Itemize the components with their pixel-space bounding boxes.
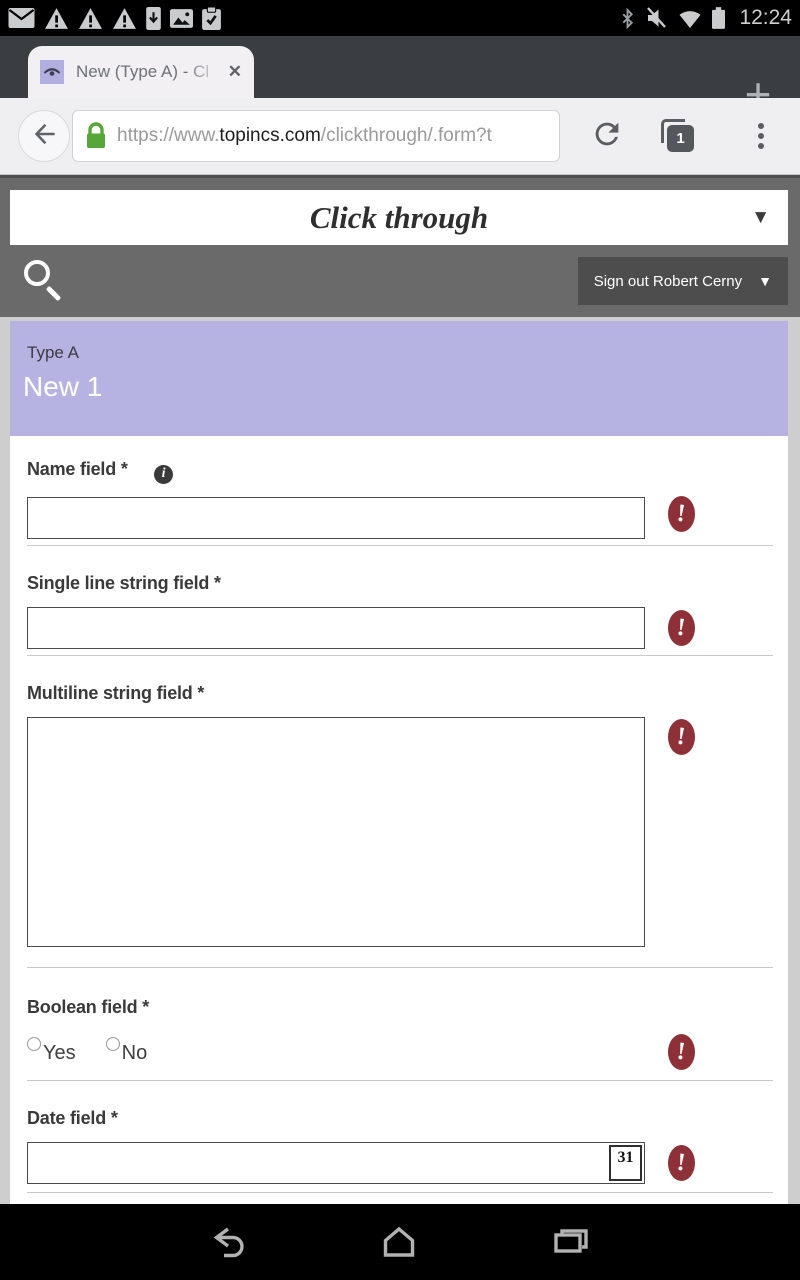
error-glyph: ! xyxy=(676,500,688,529)
url-path: /clickthrough/.form?t xyxy=(321,125,492,146)
url-domain: topincs.com xyxy=(219,125,320,146)
site-favicon-eye-icon xyxy=(40,60,64,84)
boolean-options: Yes No xyxy=(27,1036,773,1064)
nav-recents-button[interactable] xyxy=(550,1221,592,1263)
warning-icon xyxy=(44,7,69,30)
error-glyph: ! xyxy=(676,1037,688,1066)
system-status-icons: 12:24 xyxy=(620,6,792,30)
error-icon: ! xyxy=(668,719,695,755)
menu-dot xyxy=(758,133,764,139)
https-lock-icon[interactable] xyxy=(85,122,107,150)
browser-tab[interactable]: New (Type A) - Cl ✕ xyxy=(28,46,254,98)
radio-button-no[interactable] xyxy=(106,1037,120,1051)
field-label: Multiline string field * xyxy=(27,682,204,704)
android-nav-bar xyxy=(0,1204,800,1280)
email-icon xyxy=(8,8,35,28)
warning-icon xyxy=(78,7,103,30)
calendar-icon[interactable]: 31 xyxy=(609,1145,642,1181)
clipboard-check-icon xyxy=(202,7,221,30)
field-label: Name field * xyxy=(27,458,128,480)
record-banner: Type A New 1 xyxy=(10,321,788,436)
error-icon: ! xyxy=(668,1145,695,1181)
radio-label-no: No xyxy=(122,1042,148,1064)
menu-dot xyxy=(758,123,764,129)
error-glyph: ! xyxy=(676,1148,688,1177)
field-group-boolean: Boolean field * Yes No ! xyxy=(27,968,773,1081)
notification-icons xyxy=(8,7,221,30)
tab-count-badge: 1 xyxy=(667,125,694,152)
menu-dot xyxy=(758,143,764,149)
browser-tab-strip: New (Type A) - Cl ✕ + xyxy=(0,36,800,98)
error-icon: ! xyxy=(668,496,695,532)
browser-menu-button[interactable] xyxy=(742,117,780,155)
search-icon xyxy=(24,260,50,286)
sign-out-label: Sign out Robert Cerny xyxy=(594,273,742,290)
mute-icon xyxy=(644,6,668,30)
info-icon[interactable]: i xyxy=(154,465,173,484)
field-group-date: Date field * 31 ! xyxy=(27,1081,773,1193)
date-input-wrap: 31 xyxy=(27,1142,645,1184)
url-fade xyxy=(492,125,547,147)
single-line-input[interactable] xyxy=(27,607,645,649)
chevron-down-icon: ▼ xyxy=(758,273,772,289)
error-glyph: ! xyxy=(676,722,688,751)
back-arrow-icon xyxy=(27,117,61,156)
tab-switcher-button[interactable]: 1 xyxy=(658,116,698,156)
site-header: Click through ▼ Sign out Robert Cerny ▼ xyxy=(0,175,800,317)
reload-button[interactable] xyxy=(588,117,626,155)
url-text: https://www.topincs.com/clickthrough/.fo… xyxy=(117,125,547,147)
tab-title-fade xyxy=(186,62,222,82)
name-input[interactable] xyxy=(27,497,645,539)
radio-button-yes[interactable] xyxy=(27,1037,41,1051)
wifi-icon xyxy=(677,8,703,29)
status-bar: 12:24 xyxy=(0,0,800,36)
page-viewport: Click through ▼ Sign out Robert Cerny ▼ … xyxy=(0,175,800,1204)
site-title-dropdown[interactable]: Click through ▼ xyxy=(10,190,788,245)
screenshot-icon xyxy=(170,9,193,28)
browser-back-button[interactable] xyxy=(18,110,70,162)
radio-label-yes: Yes xyxy=(43,1042,76,1064)
field-group-multiline: Multiline string field * ! xyxy=(27,656,773,968)
tab-close-icon[interactable]: ✕ xyxy=(228,62,242,82)
field-label: Single line string field * xyxy=(27,572,221,594)
radio-option-yes[interactable]: Yes xyxy=(27,1042,76,1064)
url-scheme: https://www. xyxy=(117,125,219,146)
chevron-down-icon[interactable]: ▼ xyxy=(751,190,770,245)
reload-icon xyxy=(590,117,624,156)
nav-home-button[interactable] xyxy=(378,1221,420,1263)
multiline-input[interactable] xyxy=(27,717,645,947)
warning-icon xyxy=(112,7,137,30)
error-glyph: ! xyxy=(676,613,688,642)
search-icon-handle xyxy=(46,286,62,302)
nav-back-button[interactable] xyxy=(205,1221,247,1263)
info-glyph: i xyxy=(162,466,166,482)
battery-icon xyxy=(712,7,725,29)
field-group-single-line: Single line string field * ! xyxy=(27,546,773,656)
search-button[interactable] xyxy=(22,258,68,304)
date-input[interactable] xyxy=(27,1142,645,1184)
tab-title: New (Type A) - Cl xyxy=(76,62,222,82)
record-name: New 1 xyxy=(23,371,102,403)
form-content: Name field * i ! Single line string fiel… xyxy=(10,436,788,1204)
calendar-icon-day: 31 xyxy=(611,1147,640,1169)
field-group-name: Name field * i ! xyxy=(27,436,773,546)
url-bar[interactable]: https://www.topincs.com/clickthrough/.fo… xyxy=(72,110,560,162)
status-clock: 12:24 xyxy=(739,6,792,30)
page-title: Click through xyxy=(10,190,788,245)
sign-out-button[interactable]: Sign out Robert Cerny ▼ xyxy=(578,257,788,305)
field-label: Boolean field * xyxy=(27,996,149,1018)
browser-toolbar: https://www.topincs.com/clickthrough/.fo… xyxy=(0,98,800,175)
download-icon xyxy=(146,7,161,30)
record-type-label: Type A xyxy=(27,343,79,363)
field-label: Date field * xyxy=(27,1107,118,1129)
error-icon: ! xyxy=(668,610,695,646)
radio-option-no[interactable]: No xyxy=(106,1042,148,1064)
bluetooth-icon xyxy=(620,7,635,30)
nav-home-icon xyxy=(386,1229,413,1255)
error-icon: ! xyxy=(668,1034,695,1070)
